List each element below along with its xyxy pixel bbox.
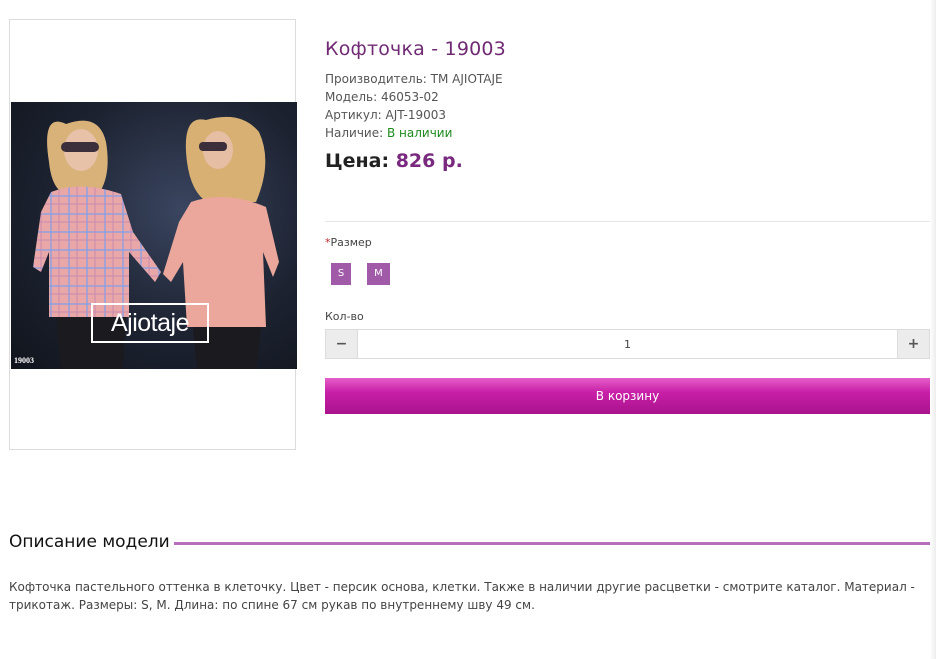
size-label-text: Размер bbox=[330, 236, 372, 249]
quantity-stepper: − + bbox=[325, 329, 930, 359]
manufacturer-value: ТМ AJIOTAJE bbox=[430, 72, 503, 86]
photo-code: 19003 bbox=[14, 356, 34, 365]
availability-label: Наличие: bbox=[325, 126, 384, 140]
add-to-cart-button[interactable]: В корзину bbox=[325, 378, 930, 414]
model-line: Модель: 46053-02 bbox=[325, 90, 439, 104]
sku-value: AJT-19003 bbox=[385, 108, 446, 122]
quantity-decrease-button[interactable]: − bbox=[326, 330, 357, 358]
price-label: Цена: bbox=[325, 150, 390, 172]
quantity-label: Кол-во bbox=[325, 310, 364, 323]
options-divider bbox=[325, 221, 930, 222]
description-heading: Описание модели bbox=[9, 532, 170, 552]
product-photo[interactable]: Ajiotaje 19003 bbox=[11, 102, 297, 369]
page-edge bbox=[930, 0, 936, 659]
model-label: Модель: bbox=[325, 90, 378, 104]
availability-line: Наличие: В наличии bbox=[325, 126, 452, 140]
description-rule bbox=[174, 542, 930, 545]
description-text: Кофточка пастельного оттенка в клеточку.… bbox=[9, 580, 915, 612]
manufacturer-label: Производитель: bbox=[325, 72, 427, 86]
availability-value: В наличии bbox=[387, 126, 453, 140]
product-image-frame[interactable]: Ajiotaje 19003 bbox=[9, 19, 297, 450]
quantity-input[interactable] bbox=[357, 330, 898, 358]
model-value: 46053-02 bbox=[381, 90, 439, 104]
size-option-m[interactable]: M bbox=[367, 263, 390, 285]
sku-label: Артикул: bbox=[325, 108, 382, 122]
price-value: 826 р. bbox=[395, 150, 463, 172]
quantity-increase-button[interactable]: + bbox=[898, 330, 929, 358]
brand-logo: Ajiotaje bbox=[91, 303, 209, 343]
manufacturer-line: Производитель: ТМ AJIOTAJE bbox=[325, 72, 503, 86]
sku-line: Артикул: AJT-19003 bbox=[325, 108, 446, 122]
product-title: Кофточка - 19003 bbox=[325, 38, 506, 60]
price-row: Цена: 826 р. bbox=[325, 150, 463, 172]
size-option-s[interactable]: S bbox=[331, 263, 351, 285]
size-label: *Размер bbox=[325, 236, 372, 249]
